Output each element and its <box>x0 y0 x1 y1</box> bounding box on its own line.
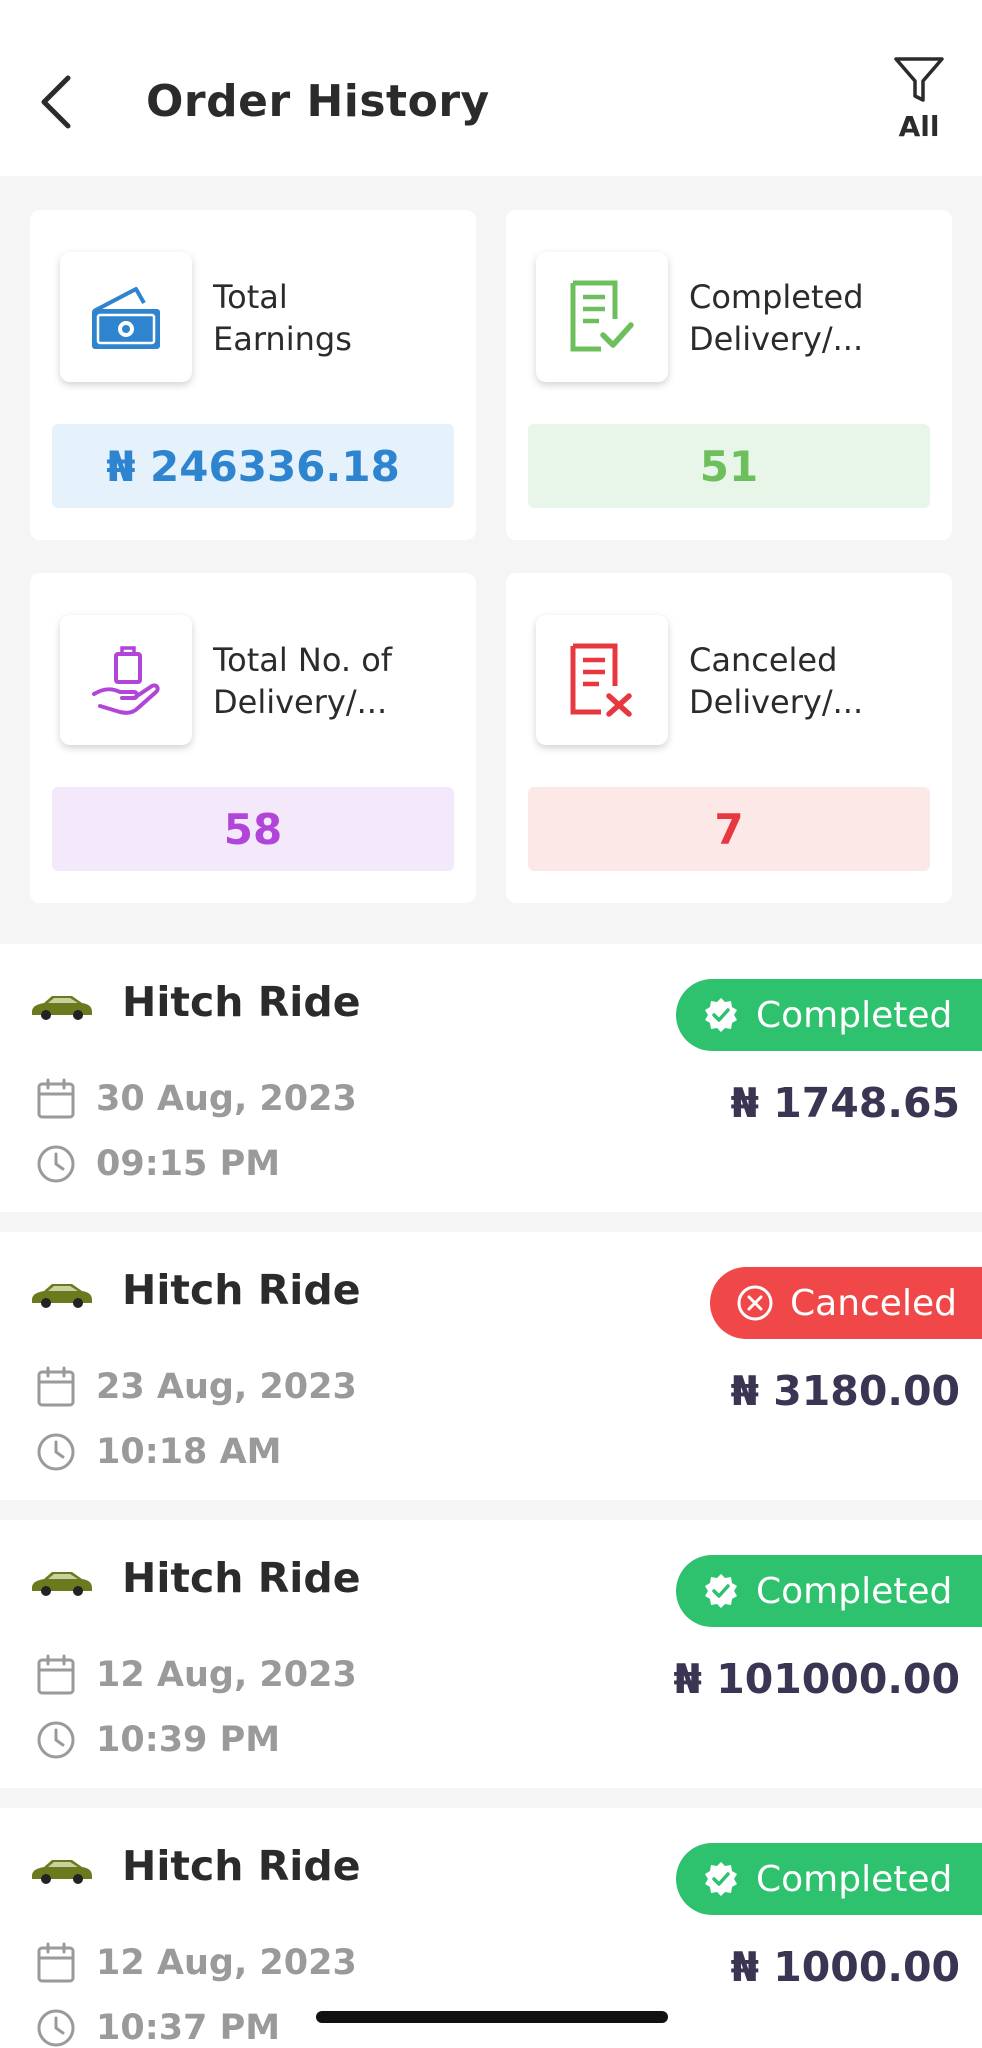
order-amount: ₦ 1000.00 <box>730 1943 960 1991</box>
order-title: Hitch Ride <box>122 1842 361 1890</box>
calendar-icon <box>37 1654 75 1695</box>
calendar-icon <box>37 1942 75 1983</box>
close-circle-icon <box>737 1285 773 1321</box>
status-badge-completed: Completed <box>676 979 982 1051</box>
app-header: Order History All <box>0 0 982 176</box>
stat-label: Total Earnings <box>213 278 352 358</box>
order-item[interactable]: Hitch Ride Completed 30 Aug, 2023 09:15 … <box>0 944 982 1212</box>
calendar-icon <box>37 1078 75 1119</box>
page-title: Order History <box>146 76 490 127</box>
order-title: Hitch Ride <box>122 978 361 1026</box>
order-title: Hitch Ride <box>122 1266 361 1314</box>
divider <box>0 1500 982 1520</box>
stat-icon-box <box>536 252 668 382</box>
order-amount: ₦ 1748.65 <box>730 1079 960 1127</box>
clock-icon <box>37 2009 75 2047</box>
stat-card-completed-delivery: Completed Delivery/... 51 <box>506 210 952 540</box>
home-indicator <box>316 2011 668 2023</box>
order-time: 10:18 AM <box>36 1432 282 1472</box>
chevron-left-icon <box>41 75 71 129</box>
document-x-icon <box>570 643 632 717</box>
order-amount: ₦ 101000.00 <box>673 1655 960 1703</box>
summary-stats: Total Earnings ₦ 246336.18 Completed Del… <box>0 176 982 944</box>
stat-icon-box <box>60 252 192 382</box>
order-date: 12 Aug, 2023 <box>36 1654 357 1696</box>
divider <box>0 1212 982 1232</box>
order-time: 09:15 PM <box>36 1144 280 1184</box>
calendar-icon <box>37 1366 75 1407</box>
order-item[interactable]: Hitch Ride Canceled 23 Aug, 2023 10:18 A… <box>0 1232 982 1500</box>
stat-value-canceled-delivery: 7 <box>528 787 930 871</box>
filter-label: All <box>898 110 940 143</box>
order-time: 10:39 PM <box>36 1720 280 1760</box>
stat-value-total-deliveries: 58 <box>52 787 454 871</box>
filter-funnel-icon <box>894 57 944 102</box>
stat-label: Completed Delivery/... <box>689 278 864 358</box>
divider <box>0 1788 982 1808</box>
back-button[interactable] <box>36 72 76 132</box>
stat-icon-box <box>60 615 192 745</box>
status-badge-completed: Completed <box>676 1555 982 1627</box>
clock-icon <box>37 1721 75 1759</box>
order-date: 12 Aug, 2023 <box>36 1942 357 1984</box>
car-icon <box>32 996 92 1020</box>
order-date: 30 Aug, 2023 <box>36 1078 357 1120</box>
filter-button[interactable]: All <box>884 56 954 156</box>
stat-label: Canceled Delivery/... <box>689 641 864 721</box>
stat-icon-box <box>536 615 668 745</box>
order-item[interactable]: Hitch Ride Completed 12 Aug, 2023 10:39 … <box>0 1520 982 1788</box>
car-icon <box>32 1572 92 1596</box>
stat-value-completed-delivery: 51 <box>528 424 930 508</box>
hand-shopping-bag-icon <box>92 646 160 715</box>
stat-card-canceled-delivery: Canceled Delivery/... 7 <box>506 573 952 903</box>
verified-check-icon <box>705 1574 737 1608</box>
stat-card-total-deliveries: Total No. of Delivery/... 58 <box>30 573 476 903</box>
stat-value-total-earnings: ₦ 246336.18 <box>52 424 454 508</box>
status-badge-completed: Completed <box>676 1843 982 1915</box>
clock-icon <box>37 1145 75 1183</box>
money-stack-icon <box>92 287 160 349</box>
stat-card-total-earnings: Total Earnings ₦ 246336.18 <box>30 210 476 540</box>
clock-icon <box>37 1433 75 1471</box>
order-time: 10:37 PM <box>36 2008 280 2048</box>
order-title: Hitch Ride <box>122 1554 361 1602</box>
verified-check-icon <box>705 998 737 1032</box>
car-icon <box>32 1284 92 1308</box>
stat-label: Total No. of Delivery/... <box>213 641 393 721</box>
order-amount: ₦ 3180.00 <box>730 1367 960 1415</box>
order-date: 23 Aug, 2023 <box>36 1366 357 1408</box>
verified-check-icon <box>705 1862 737 1896</box>
status-badge-canceled: Canceled <box>710 1267 982 1339</box>
car-icon <box>32 1860 92 1884</box>
document-check-icon <box>570 280 634 352</box>
